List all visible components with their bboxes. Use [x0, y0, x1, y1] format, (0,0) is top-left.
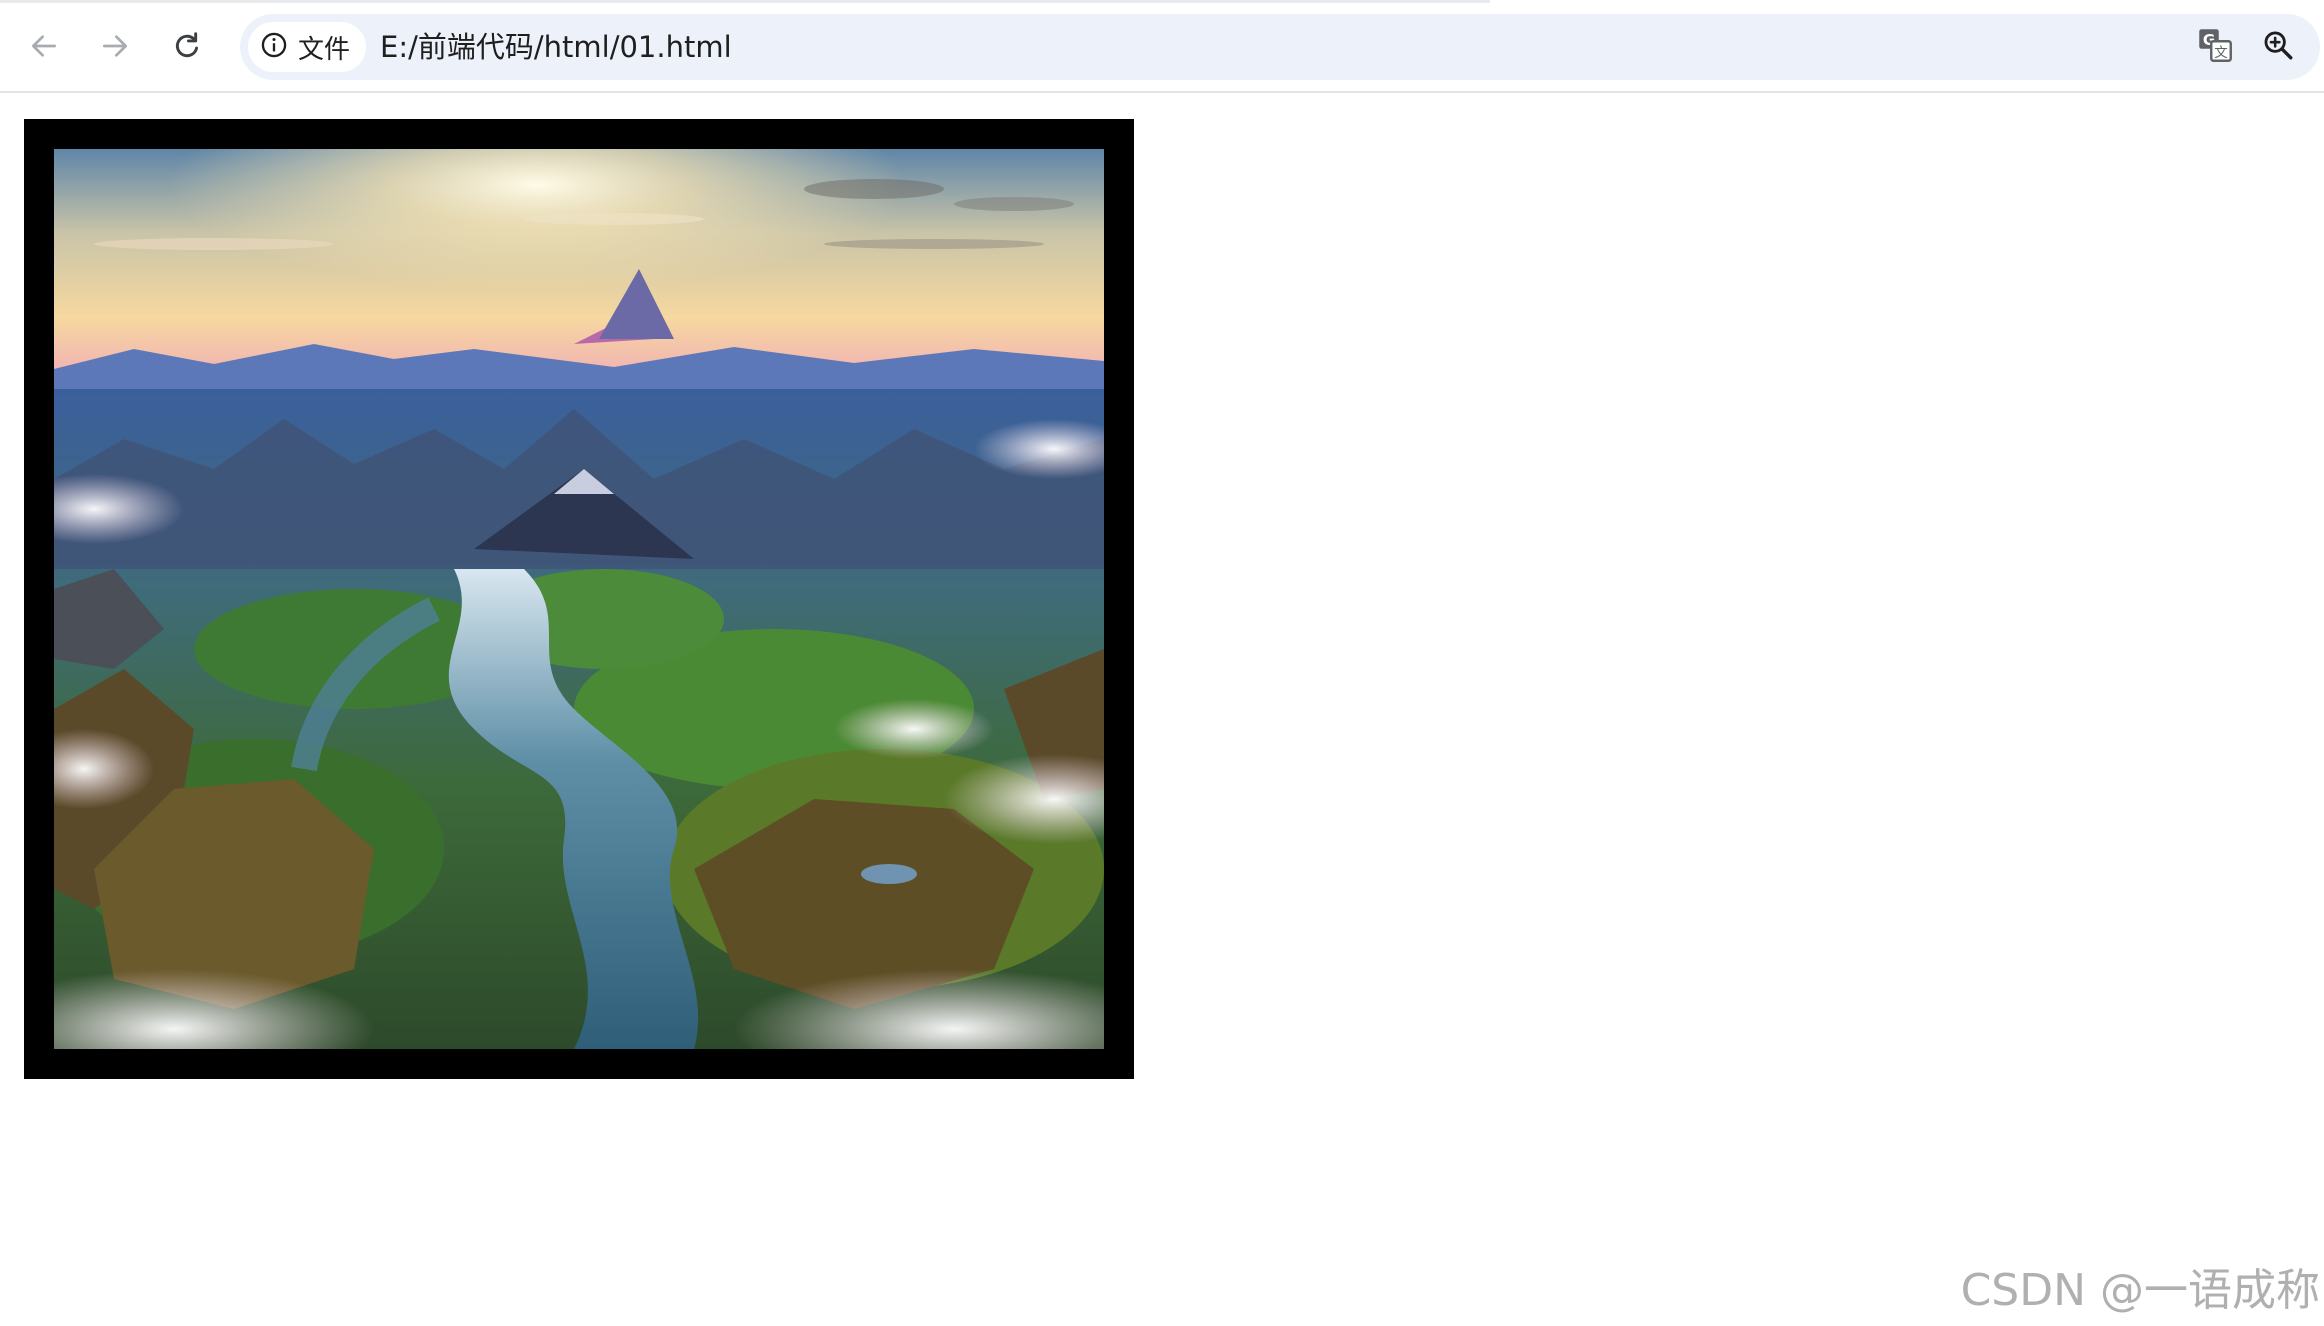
arrow-left-icon [28, 30, 60, 62]
site-info-label: 文件 [298, 34, 351, 65]
translate-icon: G 文 [2197, 27, 2233, 67]
arrow-right-icon [99, 30, 131, 62]
zoom-in-icon [2261, 28, 2295, 66]
forward-button[interactable] [91, 22, 139, 70]
back-button[interactable] [20, 22, 68, 70]
svg-text:文: 文 [2214, 45, 2228, 61]
framed-image [24, 119, 1134, 1079]
reload-icon [171, 30, 203, 62]
translate-button[interactable]: G 文 [2195, 27, 2235, 67]
watermark: CSDN @一语成称 [1960, 1265, 2320, 1316]
browser-toolbar: 文件 E:/前端代码/html/01.html G 文 [0, 0, 2324, 93]
url-text[interactable]: E:/前端代码/html/01.html [380, 14, 732, 80]
page-load-progress [0, 0, 1490, 3]
site-info-chip[interactable]: 文件 [248, 22, 367, 72]
info-circle-icon [260, 31, 288, 63]
reload-button[interactable] [163, 22, 211, 70]
address-bar[interactable]: 文件 E:/前端代码/html/01.html G 文 [240, 14, 2320, 80]
zoom-button[interactable] [2258, 27, 2298, 67]
fantasy-landscape-image [54, 149, 1104, 1049]
